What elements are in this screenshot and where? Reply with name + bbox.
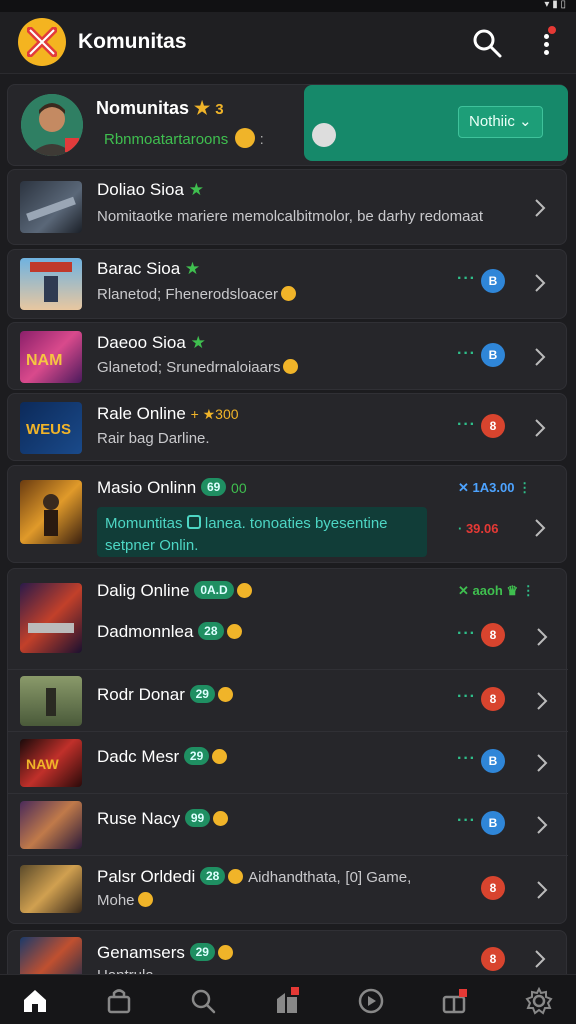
app-logo <box>18 18 66 66</box>
store-icon[interactable] <box>273 987 301 1015</box>
game-group-card: Dalig Online 0A.D ✕ aaoh ♛ ⋮ Dadmonnlea … <box>7 568 568 925</box>
app-title: Komunitas <box>78 30 187 53</box>
more-dots-icon[interactable]: ··· <box>457 688 476 706</box>
notification-dropdown[interactable]: Nothiic ⌄ <box>458 106 543 138</box>
bottom-navigation <box>0 974 576 1024</box>
emoji-icon <box>235 128 256 148</box>
chevron-right-icon[interactable] <box>536 627 548 647</box>
status-badge: 8 <box>481 623 505 647</box>
table-row[interactable]: Ruse Nacy 99 ··· B <box>8 793 568 855</box>
status-icons: ▾ ▮ ▯ <box>544 0 566 10</box>
item-title: Rale Online + ★300 <box>97 404 239 423</box>
game-thumbnail <box>20 480 82 544</box>
chevron-right-icon[interactable] <box>534 347 546 367</box>
star-icon: ★ <box>190 333 206 352</box>
game-thumbnail <box>20 865 82 913</box>
star-icon: ★ <box>194 98 211 118</box>
item-title: Daeoo Sioa ★ <box>97 333 206 352</box>
table-row[interactable]: Rodr Donar 29 ··· 8 <box>8 669 568 731</box>
home-icon[interactable] <box>21 987 49 1015</box>
status-bar: ▾ ▮ ▯ <box>0 0 576 12</box>
svg-text:WEUS: WEUS <box>26 421 71 438</box>
settings-icon[interactable] <box>525 987 553 1015</box>
more-menu-icon[interactable] <box>533 26 559 60</box>
game-thumbnail: WEUS <box>20 402 82 454</box>
status-badge: B <box>481 811 505 835</box>
status-badge: 8 <box>481 687 505 711</box>
list-item[interactable]: Masio Onlinn 69 00 ✕ 1A3.00 ⋮ · 39.06 Mo… <box>7 465 567 563</box>
search-icon[interactable] <box>189 987 217 1015</box>
status-badge: B <box>481 749 505 773</box>
chevron-right-icon[interactable] <box>534 273 546 293</box>
profile-name: Nomunitas ★ 3 <box>96 98 224 118</box>
chevron-right-icon[interactable] <box>536 691 548 711</box>
status-badge: 8 <box>481 414 505 438</box>
gift-icon[interactable] <box>441 987 469 1015</box>
item-title: Masio Onlinn 69 00 <box>97 478 247 497</box>
mini-avatar <box>312 123 336 147</box>
app-bar: Komunitas <box>0 12 576 74</box>
more-dots-icon[interactable]: ··· <box>457 270 476 288</box>
star-icon: ★ <box>188 180 204 199</box>
star-icon: ★ <box>184 259 201 278</box>
avatar[interactable] <box>21 94 83 156</box>
chevron-right-icon[interactable] <box>536 753 548 773</box>
table-row[interactable]: NAW Dadc Mesr 29 ··· B <box>8 731 568 793</box>
highlight-message: Momuntitas lanea. tonoaties byesentine s… <box>97 507 427 557</box>
more-dots-icon[interactable]: ··· <box>457 812 476 830</box>
list-item[interactable]: Doliao Sioa ★ Nomitaotke mariere memolca… <box>7 169 567 245</box>
game-thumbnail <box>20 676 82 726</box>
svg-text:NAW: NAW <box>26 756 59 772</box>
status-badge: 8 <box>481 876 505 900</box>
chevron-right-icon[interactable] <box>536 815 548 835</box>
search-icon[interactable] <box>470 26 504 60</box>
list-item[interactable]: WEUS Rale Online + ★300 Rair bag Darline… <box>7 393 567 461</box>
more-dots-icon[interactable]: ··· <box>457 750 476 768</box>
chevron-right-icon[interactable] <box>534 949 546 969</box>
chevron-down-icon: ⌄ <box>519 113 532 130</box>
group-title: Dalig Online 0A.D <box>97 581 252 601</box>
item-title: Doliao Sioa ★ <box>97 180 204 199</box>
notification-dot <box>548 26 556 34</box>
chevron-right-icon[interactable] <box>534 518 546 538</box>
trophy-icon: ♛ <box>506 583 519 598</box>
list-item[interactable]: Barac Sioa ★ Rlanetod; Fhenerodsloacer ·… <box>7 249 567 319</box>
x-logo-icon <box>27 27 57 57</box>
more-dots-icon[interactable]: ··· <box>457 416 476 434</box>
profile-card[interactable]: Nomunitas ★ 3 Rbnmoatartaroons : Nothiic… <box>7 84 568 166</box>
status-badge: 8 <box>481 947 505 971</box>
item-subtitle: Nomitaotke mariere memolcalbitmolor, be … <box>97 208 483 225</box>
rating-label: ✕ 1A3.00 ⋮ <box>458 480 532 495</box>
game-thumbnail <box>20 181 82 233</box>
item-title: Barac Sioa ★ <box>97 259 201 278</box>
more-dots-icon[interactable]: ··· <box>457 345 476 363</box>
game-thumbnail <box>20 258 82 310</box>
group-status: ✕ aaoh ♛ ⋮ <box>458 583 535 598</box>
game-thumbnail <box>20 801 82 849</box>
table-row[interactable]: Palsr Orldedi 28 Aidhandthata, [0] Game,… <box>8 855 568 925</box>
score-label: · 39.06 <box>458 521 499 536</box>
chevron-right-icon[interactable] <box>536 880 548 900</box>
status-badge: B <box>481 269 505 293</box>
table-row[interactable]: Dadmonnlea 28 ··· 8 <box>8 607 568 669</box>
list-item[interactable]: NAM Daeoo Sioa ★ Glanetod; Srunedrnaloia… <box>7 322 567 390</box>
play-icon[interactable] <box>357 987 385 1015</box>
status-badge: B <box>481 343 505 367</box>
message-icon <box>186 515 201 529</box>
profile-subtitle: Rbnmoatartaroons : <box>104 128 264 148</box>
item-subtitle: Rair bag Darline. <box>97 430 210 447</box>
notification-panel: Nothiic ⌄ <box>304 85 568 161</box>
bag-icon[interactable] <box>105 987 133 1015</box>
item-subtitle: Glanetod; Srunedrnaloiaars <box>97 359 299 376</box>
chevron-right-icon[interactable] <box>534 418 546 438</box>
more-dots-icon[interactable]: ··· <box>457 625 476 643</box>
svg-text:NAM: NAM <box>26 352 62 369</box>
item-subtitle: Rlanetod; Fhenerodsloacer <box>97 286 296 303</box>
game-thumbnail: NAM <box>20 331 82 383</box>
chevron-right-icon[interactable] <box>534 198 546 218</box>
game-thumbnail: NAW <box>20 739 82 787</box>
